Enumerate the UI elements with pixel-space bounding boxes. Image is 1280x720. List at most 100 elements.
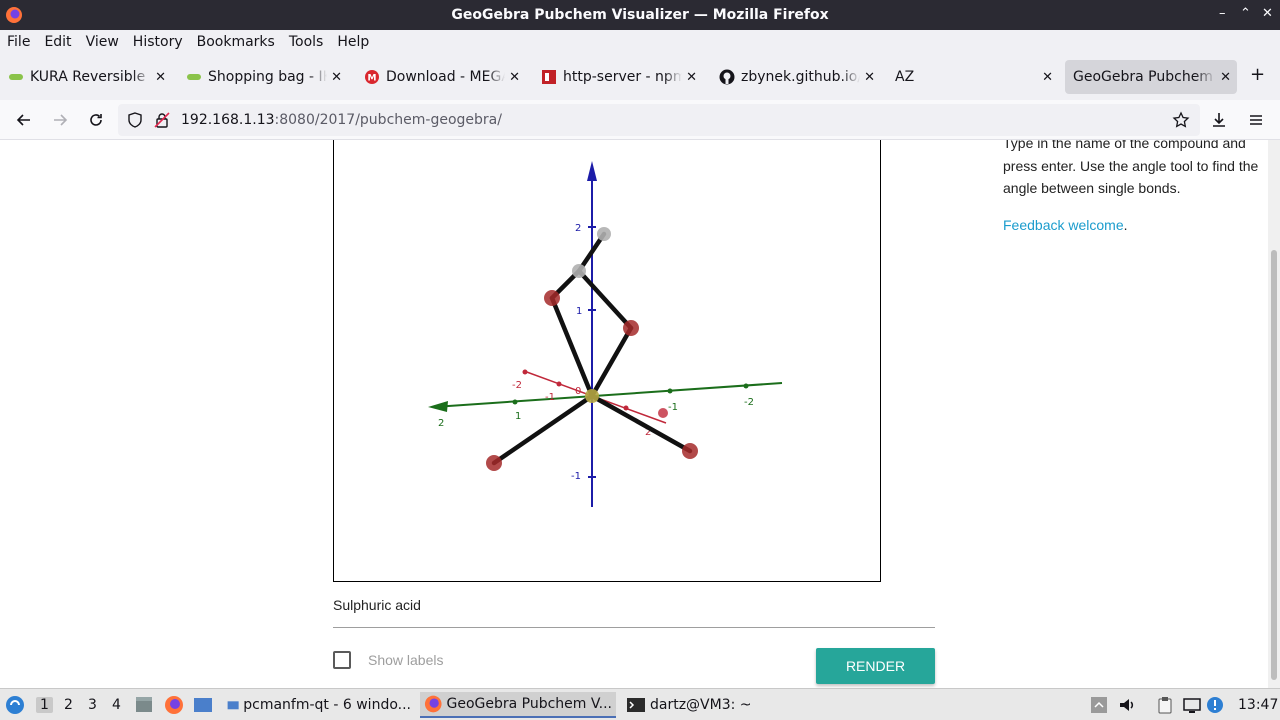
- reload-icon: [90, 114, 102, 126]
- lock-insecure-icon[interactable]: [154, 112, 170, 128]
- app-menu-button[interactable]: [1245, 109, 1267, 131]
- close-icon[interactable]: ✕: [864, 70, 875, 85]
- y-tick-label-neg2: -2: [744, 397, 754, 408]
- task-terminal[interactable]: dartz@VM3: ~: [622, 692, 782, 718]
- tab-kura[interactable]: KURA Reversible B ✕: [8, 60, 166, 94]
- hamburger-menu-icon: [1250, 115, 1262, 125]
- tab-label: KURA Reversible B: [30, 69, 152, 85]
- atom-oxygen[interactable]: [486, 455, 502, 471]
- atom-oxygen[interactable]: [623, 320, 639, 336]
- tab-geogebra[interactable]: GeoGebra Pubchem Visualizer ✕: [1065, 60, 1237, 94]
- github-icon: [719, 69, 735, 85]
- axis-point-marker: [658, 408, 668, 418]
- bookmark-star-button[interactable]: [1170, 109, 1192, 131]
- tab-az[interactable]: AZ ✕: [895, 60, 1053, 94]
- back-arrow-icon: [16, 114, 30, 126]
- geogebra-applet[interactable]: 2 1 -1 -2 -1 0 2 2 1 -1 -2: [333, 140, 881, 582]
- clock: 13:47: [1238, 697, 1279, 713]
- tab-label: http-server - npm: [563, 69, 683, 85]
- maximize-button[interactable]: ⌃: [1240, 6, 1251, 21]
- terminal-icon: [627, 698, 645, 712]
- menu-tools[interactable]: Tools: [282, 34, 331, 50]
- menu-bookmarks[interactable]: Bookmarks: [190, 34, 282, 50]
- npm-icon: [542, 70, 556, 84]
- tray-up-arrow-icon[interactable]: [1090, 696, 1108, 714]
- molecule-3d-view[interactable]: 2 1 -1 -2 -1 0 2 2 1 -1 -2: [334, 140, 880, 581]
- minimize-button[interactable]: –: [1219, 6, 1226, 21]
- page-content: 2 1 -1 -2 -1 0 2 2 1 -1 -2 Type in the n…: [0, 140, 1280, 688]
- instructions-text: Type in the name of the compound and pre…: [1003, 140, 1259, 196]
- downloads-button[interactable]: [1208, 109, 1230, 131]
- firefox-launcher-icon[interactable]: [164, 695, 184, 715]
- x-tick-label-neg2: -2: [512, 380, 522, 391]
- tab-github[interactable]: zbynek.github.io/ib ✕: [719, 60, 875, 94]
- close-icon[interactable]: ✕: [1042, 70, 1053, 85]
- desktop-3[interactable]: 3: [88, 697, 97, 713]
- url-host: 192.168.1.13: [181, 112, 275, 128]
- close-icon[interactable]: ✕: [686, 70, 697, 85]
- tab-label: AZ: [895, 69, 915, 85]
- start-menu-icon[interactable]: [5, 695, 25, 715]
- url-text[interactable]: 192.168.1.13:8080/2017/pubchem-geogebra/: [181, 112, 502, 128]
- task-label: GeoGebra Pubchem V...: [446, 696, 612, 712]
- back-button[interactable]: [13, 109, 35, 131]
- display-icon[interactable]: [1183, 696, 1201, 714]
- notification-icon[interactable]: [1206, 696, 1224, 714]
- x-tick-label-neg1: -1: [545, 392, 555, 403]
- z-tick-label-1: 1: [576, 306, 582, 317]
- forward-button[interactable]: [49, 109, 71, 131]
- firefox-icon: [424, 695, 442, 713]
- menu-edit[interactable]: Edit: [37, 34, 78, 50]
- menu-help[interactable]: Help: [330, 34, 376, 50]
- url-bar[interactable]: 192.168.1.13:8080/2017/pubchem-geogebra/: [118, 104, 1200, 136]
- z-axis-arrow: [587, 161, 597, 181]
- render-button[interactable]: RENDER: [816, 648, 935, 684]
- close-icon[interactable]: ✕: [1220, 70, 1231, 85]
- file-manager-launcher-icon[interactable]: [134, 695, 154, 715]
- menu-file[interactable]: File: [0, 34, 37, 50]
- page-scrollbar[interactable]: [1268, 140, 1280, 688]
- svg-text:M: M: [368, 74, 377, 84]
- atom-sulfur[interactable]: [585, 389, 599, 403]
- compound-input[interactable]: Sulphuric acid: [333, 592, 935, 628]
- feedback-line: Feedback welcome.: [1003, 214, 1265, 237]
- tab-ikea[interactable]: Shopping bag - IKEA ✕: [186, 60, 342, 94]
- task-label: dartz@VM3: ~: [650, 697, 752, 713]
- task-firefox[interactable]: GeoGebra Pubchem V...: [420, 692, 616, 718]
- z-tick-label-2: 2: [575, 223, 581, 234]
- y-tick-label-1: 1: [515, 411, 521, 422]
- show-labels-checkbox[interactable]: [333, 651, 351, 669]
- menu-history[interactable]: History: [126, 34, 190, 50]
- menu-view[interactable]: View: [79, 34, 126, 50]
- desktop-4[interactable]: 4: [112, 697, 121, 713]
- y-tick-label-neg1: -1: [668, 402, 678, 413]
- atom-oxygen[interactable]: [682, 443, 698, 459]
- atom-hydrogen[interactable]: [572, 264, 586, 278]
- shield-icon[interactable]: [127, 112, 143, 128]
- show-labels-label[interactable]: Show labels: [368, 652, 444, 668]
- download-icon: [1213, 113, 1225, 127]
- tab-mega[interactable]: M Download - MEGA ✕: [364, 60, 520, 94]
- close-icon[interactable]: ✕: [155, 70, 166, 85]
- tab-label: Shopping bag - IKEA: [208, 69, 327, 85]
- desktop-launcher-icon[interactable]: [193, 695, 213, 715]
- scrollbar-thumb[interactable]: [1271, 250, 1277, 680]
- tab-label: GeoGebra Pubchem Visualizer: [1073, 69, 1216, 85]
- atom-oxygen[interactable]: [544, 290, 560, 306]
- feedback-link[interactable]: Feedback welcome: [1003, 217, 1124, 233]
- desktop-2[interactable]: 2: [64, 697, 73, 713]
- folder-icon: [227, 701, 239, 710]
- desktop-1[interactable]: 1: [36, 697, 53, 713]
- new-tab-button[interactable]: +: [1250, 64, 1265, 85]
- x-tick-label-0: 0: [575, 386, 581, 397]
- reload-button[interactable]: [85, 109, 107, 131]
- clipboard-icon[interactable]: [1156, 696, 1174, 714]
- close-icon[interactable]: ✕: [331, 70, 342, 85]
- close-icon[interactable]: ✕: [509, 70, 520, 85]
- volume-icon[interactable]: [1118, 696, 1136, 714]
- tab-bar: KURA Reversible B ✕ Shopping bag - IKEA …: [0, 54, 1280, 100]
- tab-npm[interactable]: http-server - npm ✕: [541, 60, 697, 94]
- task-pcmanfm[interactable]: pcmanfm-qt - 6 windo...: [223, 692, 415, 718]
- atom-hydrogen[interactable]: [597, 227, 611, 241]
- close-window-button[interactable]: ✕: [1262, 6, 1273, 21]
